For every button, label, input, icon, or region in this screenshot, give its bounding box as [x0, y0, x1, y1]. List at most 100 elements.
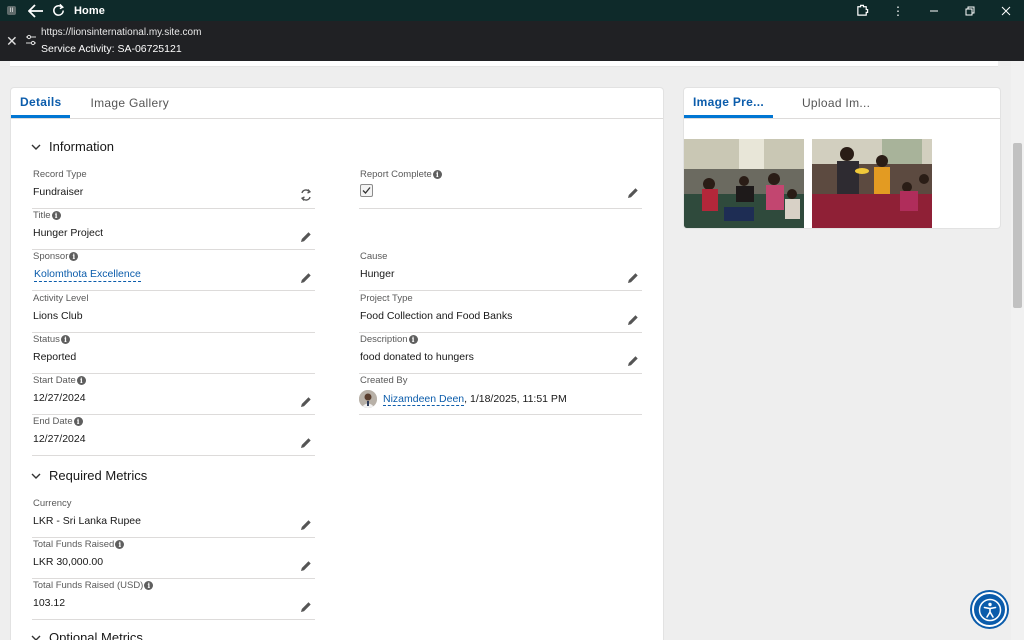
- field-label: Activity Level: [33, 293, 89, 304]
- field-label: Description: [360, 334, 408, 345]
- gallery-image[interactable]: [684, 139, 804, 228]
- created-timestamp: , 1/18/2025, 11:51 PM: [464, 393, 567, 405]
- edit-pencil-icon[interactable]: [626, 271, 640, 285]
- field-value: Hunger Project: [33, 227, 104, 239]
- field-record-type: Record Type Fundraiser: [32, 168, 315, 209]
- avatar[interactable]: [359, 390, 377, 408]
- tab-details[interactable]: Details: [11, 95, 71, 118]
- site-settings-icon[interactable]: [25, 34, 37, 46]
- field-label: Record Type: [33, 169, 87, 180]
- edit-pencil-icon[interactable]: [299, 230, 313, 244]
- field-value: 103.12: [33, 597, 66, 609]
- section-optional-metrics[interactable]: Optional Metrics: [31, 630, 143, 640]
- field-value: Fundraiser: [33, 186, 84, 198]
- field-label: Total Funds Raised (USD): [33, 580, 144, 591]
- field-label: Created By: [360, 375, 408, 386]
- field-currency: Currency LKR - Sri Lanka Rupee: [32, 497, 315, 538]
- url-text[interactable]: https://lionsinternational.my.site.com: [41, 27, 201, 38]
- close-icon[interactable]: ✕: [6, 33, 18, 50]
- edit-pencil-icon[interactable]: [299, 436, 313, 450]
- restore-icon[interactable]: [952, 0, 988, 21]
- edit-pencil-icon[interactable]: [299, 518, 313, 532]
- field-value: LKR 30,000.00: [33, 556, 104, 568]
- back-arrow-icon[interactable]: [26, 1, 46, 21]
- field-sponsor: Sponsor i Kolomthota Excellence: [32, 250, 315, 291]
- edit-pencil-icon[interactable]: [626, 313, 640, 327]
- edit-pencil-icon[interactable]: [626, 186, 640, 200]
- field-label: Currency: [33, 498, 72, 509]
- section-label: Information: [49, 139, 115, 154]
- section-information[interactable]: Information: [31, 139, 114, 154]
- photo-thumbnail-icon: [812, 139, 932, 228]
- sponsor-link[interactable]: Kolomthota Excellence: [34, 268, 141, 282]
- scrollbar-thumb[interactable]: [1013, 143, 1022, 308]
- page-title: Service Activity: SA-06725121: [41, 43, 182, 55]
- photo-thumbnail-icon: [684, 139, 804, 228]
- header-strip: [10, 61, 998, 67]
- field-value: Reported: [33, 351, 77, 363]
- field-label: End Date: [33, 416, 73, 427]
- close-window-icon[interactable]: [988, 0, 1024, 21]
- info-icon[interactable]: i: [144, 581, 154, 590]
- extensions-icon[interactable]: [844, 0, 880, 21]
- field-total-funds-raised: Total Funds Raised i LKR 30,000.00: [32, 538, 315, 579]
- section-required-metrics[interactable]: Required Metrics: [31, 468, 147, 483]
- info-icon[interactable]: i: [73, 417, 83, 426]
- chevron-down-icon: [31, 635, 41, 640]
- gallery-image[interactable]: [812, 139, 932, 228]
- info-icon[interactable]: i: [51, 211, 61, 220]
- accessibility-button[interactable]: [972, 592, 1007, 627]
- field-status: Status i Reported: [32, 333, 315, 374]
- field-value: LKR - Sri Lanka Rupee: [33, 515, 141, 527]
- field-value: Food Collection and Food Banks: [360, 310, 513, 322]
- info-icon[interactable]: i: [115, 540, 125, 549]
- more-options-icon[interactable]: ⋮: [880, 0, 916, 21]
- change-record-type-icon[interactable]: [299, 188, 313, 202]
- created-by-user-link[interactable]: Nizamdeen Deen: [383, 393, 465, 406]
- edit-pencil-icon[interactable]: [299, 271, 313, 285]
- field-value: Hunger: [360, 268, 395, 280]
- window-title: Home: [74, 4, 105, 17]
- field-cause: Cause Hunger: [359, 250, 642, 291]
- field-label: Start Date: [33, 375, 76, 386]
- info-icon[interactable]: i: [432, 170, 442, 179]
- accessibility-icon: [978, 598, 1001, 621]
- checkmark-icon: [362, 187, 371, 194]
- field-value: Lions Club: [33, 310, 83, 322]
- minimize-icon[interactable]: [916, 0, 952, 21]
- section-label: Required Metrics: [49, 468, 148, 483]
- field-value: food donated to hungers: [360, 351, 474, 363]
- info-icon[interactable]: i: [76, 376, 86, 385]
- field-value: 12/27/2024: [33, 392, 86, 404]
- field-created-by: Created By Nizamdeen Deen, 1/18/2025, 11…: [359, 374, 642, 415]
- field-end-date: End Date i 12/27/2024: [32, 415, 315, 456]
- info-icon[interactable]: i: [408, 335, 418, 344]
- field-label: Cause: [360, 251, 388, 262]
- field-label: Report Complete: [360, 169, 432, 180]
- user-photo-icon: [359, 390, 377, 408]
- edit-pencil-icon[interactable]: [299, 559, 313, 573]
- info-icon[interactable]: i: [60, 335, 70, 344]
- edit-pencil-icon[interactable]: [299, 395, 313, 409]
- info-icon[interactable]: i: [69, 252, 79, 261]
- field-description: Description i food donated to hungers: [359, 333, 642, 374]
- window-titlebar: II Home ⋮: [0, 0, 1024, 21]
- tab-image-gallery[interactable]: Image Gallery: [81, 96, 178, 118]
- edit-pencil-icon[interactable]: [626, 354, 640, 368]
- address-bar: ✕ https://lionsinternational.my.site.com…: [0, 21, 1024, 61]
- app-icon: II: [7, 6, 16, 15]
- image-tabs: Image Pre... Upload Im...: [684, 88, 1000, 119]
- field-project-type: Project Type Food Collection and Food Ba…: [359, 292, 642, 333]
- field-label: Title: [33, 210, 51, 221]
- field-label: Total Funds Raised: [33, 539, 115, 550]
- edit-pencil-icon[interactable]: [299, 600, 313, 614]
- section-label: Optional Metrics: [49, 630, 143, 640]
- tab-upload-image[interactable]: Upload Im...: [793, 96, 879, 118]
- details-tabs: Details Image Gallery: [11, 88, 663, 119]
- reload-icon[interactable]: [48, 1, 68, 21]
- tab-image-preview[interactable]: Image Pre...: [684, 95, 773, 118]
- report-complete-checkbox[interactable]: [360, 184, 373, 197]
- field-label: Sponsor: [33, 251, 69, 262]
- field-label: Status: [33, 334, 60, 345]
- field-title: Title i Hunger Project: [32, 209, 315, 250]
